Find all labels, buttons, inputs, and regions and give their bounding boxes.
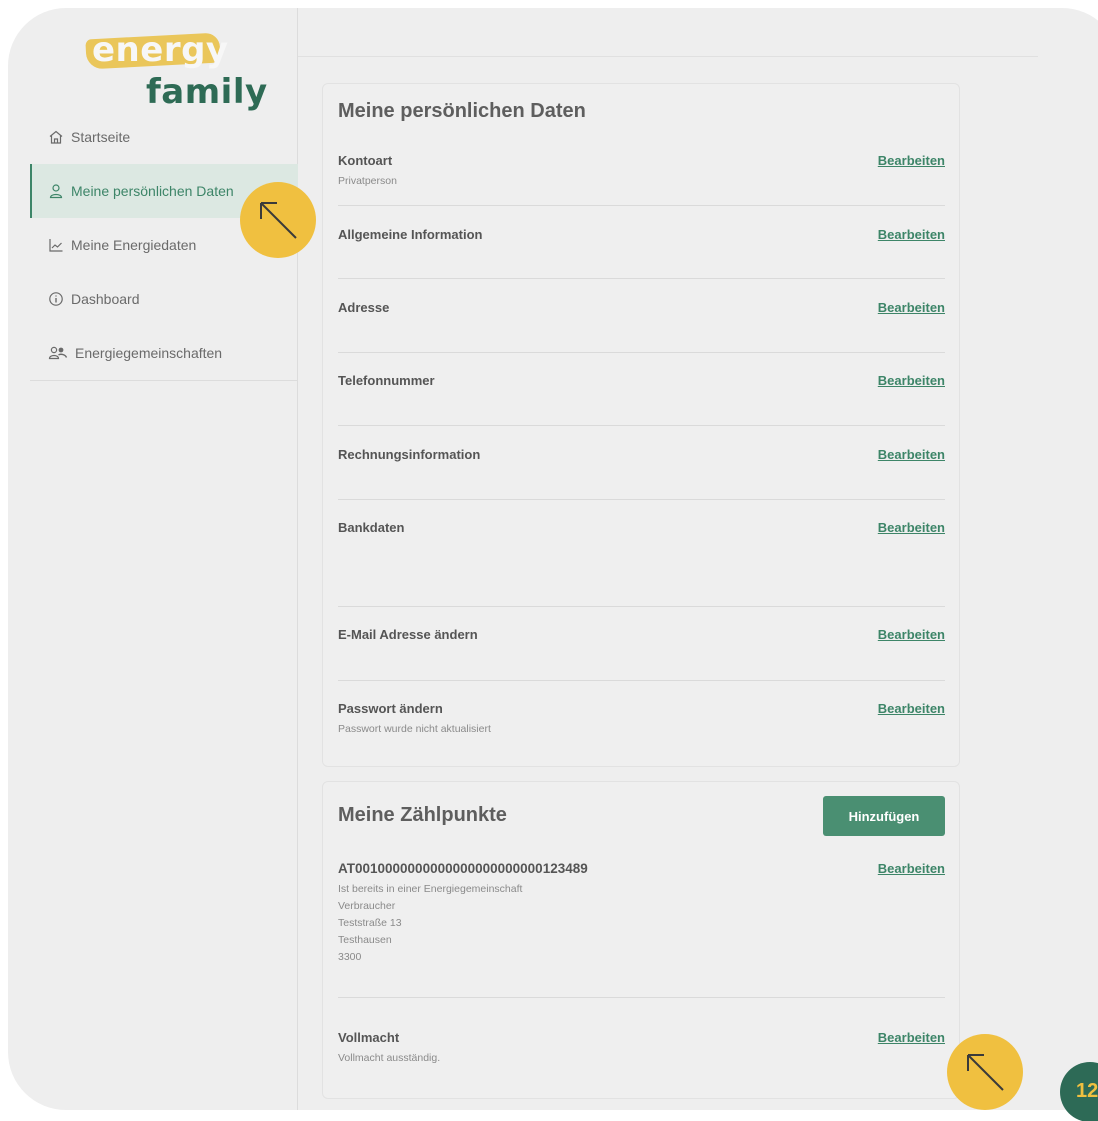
meter-detail-line: Ist bereits in einer Energiegemeinschaft	[338, 883, 523, 895]
chart-icon	[48, 237, 64, 253]
edit-adresse-link[interactable]: Bearbeiten	[878, 300, 945, 315]
edit-email-link[interactable]: Bearbeiten	[878, 627, 945, 642]
row-label: Telefonnummer	[338, 373, 435, 388]
edit-passwort-link[interactable]: Bearbeiten	[878, 701, 945, 716]
arrow-up-left-icon	[260, 202, 297, 239]
sidebar-item-label: Meine Energiedaten	[71, 237, 197, 253]
row-divider	[338, 997, 945, 998]
sidebar-item-dashboard[interactable]: Dashboard	[30, 272, 298, 326]
row-label: Rechnungsinformation	[338, 447, 481, 462]
row-label: Passwort ändern	[338, 701, 443, 716]
app-frame: energy family Startseite Meine persönlic…	[8, 8, 1098, 1110]
home-icon	[48, 129, 64, 145]
logo-word-energy: energy	[92, 30, 229, 70]
row-label: Vollmacht	[338, 1030, 400, 1045]
sidebar-item-label: Energiegemeinschaften	[75, 345, 223, 361]
edit-vollmacht-link[interactable]: Bearbeiten	[878, 1030, 945, 1045]
sidebar-item-energiegemeinschaften[interactable]: Energiegemeinschaften	[30, 326, 298, 380]
add-meter-button[interactable]: Hinzufügen	[823, 796, 945, 836]
meter-id: AT0010000000000000000000000123489	[338, 861, 588, 876]
row-value: Privatperson	[338, 175, 397, 187]
row-divider	[338, 425, 945, 426]
meter-detail-line: 3300	[338, 951, 362, 963]
row-divider	[338, 278, 945, 279]
row-value: Passwort wurde nicht aktualisiert	[338, 723, 491, 735]
row-label: Bankdaten	[338, 520, 405, 535]
edit-meter-link[interactable]: Bearbeiten	[878, 861, 945, 876]
edit-allgemeine-information-link[interactable]: Bearbeiten	[878, 227, 945, 242]
logo-word-family: family	[146, 72, 268, 112]
meters-card: Meine Zählpunkte Hinzufügen AT0010000000…	[322, 781, 960, 1099]
edit-telefonnummer-link[interactable]: Bearbeiten	[878, 373, 945, 388]
users-icon	[48, 345, 68, 361]
personal-data-card: Meine persönlichen Daten Kontoart Privat…	[322, 83, 960, 767]
row-divider	[338, 352, 945, 353]
meter-detail-line: Teststraße 13	[338, 917, 402, 929]
edit-bankdaten-link[interactable]: Bearbeiten	[878, 520, 945, 535]
user-icon	[48, 183, 64, 199]
highlight-pointer	[240, 182, 316, 258]
meter-detail-line: Testhausen	[338, 934, 392, 946]
sidebar: energy family Startseite Meine persönlic…	[8, 8, 298, 1110]
sidebar-item-label: Dashboard	[71, 291, 140, 307]
highlight-pointer	[947, 1034, 1023, 1110]
row-label: Adresse	[338, 300, 390, 315]
personal-data-title: Meine persönlichen Daten	[338, 100, 586, 122]
arrow-up-left-icon	[967, 1054, 1004, 1091]
sidebar-divider	[30, 380, 298, 381]
meters-title: Meine Zählpunkte	[338, 804, 507, 826]
logo[interactable]: energy family	[80, 26, 267, 112]
sidebar-item-label: Meine persönlichen Daten	[71, 183, 234, 199]
sidebar-item-startseite[interactable]: Startseite	[30, 110, 298, 164]
sidebar-item-label: Startseite	[71, 129, 131, 145]
row-divider	[338, 205, 945, 206]
row-label: E-Mail Adresse ändern	[338, 627, 478, 642]
meter-detail-line: Verbraucher	[338, 900, 396, 912]
meter-details: Ist bereits in einer Energiegemeinschaft…	[338, 881, 522, 966]
row-label: Allgemeine Information	[338, 227, 483, 242]
edit-rechnungsinformation-link[interactable]: Bearbeiten	[878, 447, 945, 462]
row-divider	[338, 606, 945, 607]
row-label: Kontoart	[338, 153, 393, 168]
row-value: Vollmacht ausständig.	[338, 1052, 441, 1064]
info-icon	[48, 291, 64, 307]
row-divider	[338, 680, 945, 681]
header-divider	[298, 56, 1038, 57]
edit-kontoart-link[interactable]: Bearbeiten	[878, 153, 945, 168]
row-divider	[338, 499, 945, 500]
